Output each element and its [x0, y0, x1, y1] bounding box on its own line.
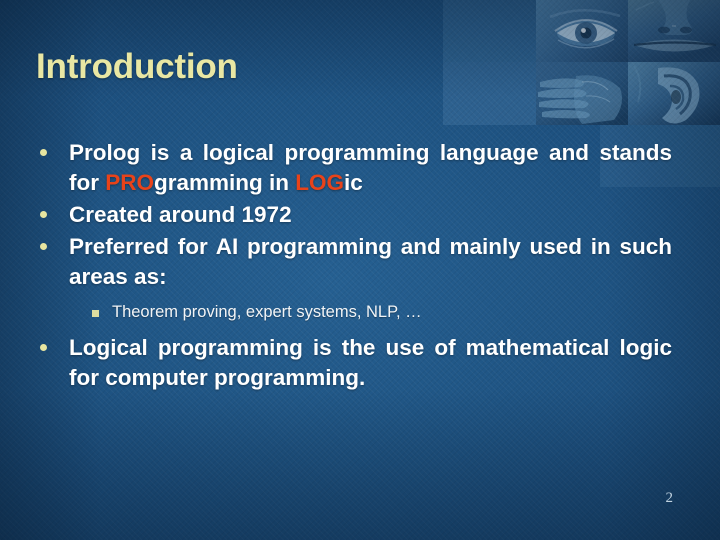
photo-nose-lips	[628, 0, 720, 62]
sub-bullet-square-icon	[92, 309, 99, 317]
slide-body: Prolog is a logical programming language…	[40, 138, 672, 395]
photo-hand	[536, 62, 628, 125]
bullet-text-2: Created around 1972	[69, 201, 292, 227]
photo-eye	[536, 0, 628, 62]
bullet-item: Created around 1972	[40, 200, 672, 230]
bullet-dot-icon	[40, 210, 47, 218]
photo-ear	[628, 62, 720, 125]
bullet-text-3: Preferred for AI programming and mainly …	[69, 233, 672, 289]
bullet-part-text-3: ic	[344, 169, 363, 195]
bullet-part-highlight-pro: PRO	[105, 169, 155, 195]
bullet-text-1: Prolog is a logical programming language…	[69, 138, 672, 198]
sub-bullet-item: Theorem proving, expert systems, NLP, …	[92, 302, 672, 323]
bullet-dot-icon	[40, 344, 47, 352]
slide-canvas: Introduction Prolog is a logical program…	[0, 0, 720, 540]
tint-block-empty-1	[443, 0, 536, 62]
tint-panel-extension-left	[443, 62, 536, 125]
sub-bullet-text-1: Theorem proving, expert systems, NLP, …	[112, 302, 422, 321]
page-number: 2	[665, 490, 674, 506]
slide-title: Introduction	[36, 47, 238, 86]
bullet-item: Preferred for AI programming and mainly …	[40, 232, 672, 292]
bullet-item: Logical programming is the use of mathem…	[40, 333, 672, 393]
bullet-part-highlight-log: LOG	[295, 169, 345, 195]
bullet-item: Prolog is a logical programming language…	[40, 138, 672, 198]
bullet-dot-icon	[40, 242, 47, 250]
bullet-part-text-2: gramming in	[154, 169, 296, 195]
bullet-text-4: Logical programming is the use of mathem…	[69, 335, 672, 390]
bullet-dot-icon	[40, 149, 47, 156]
